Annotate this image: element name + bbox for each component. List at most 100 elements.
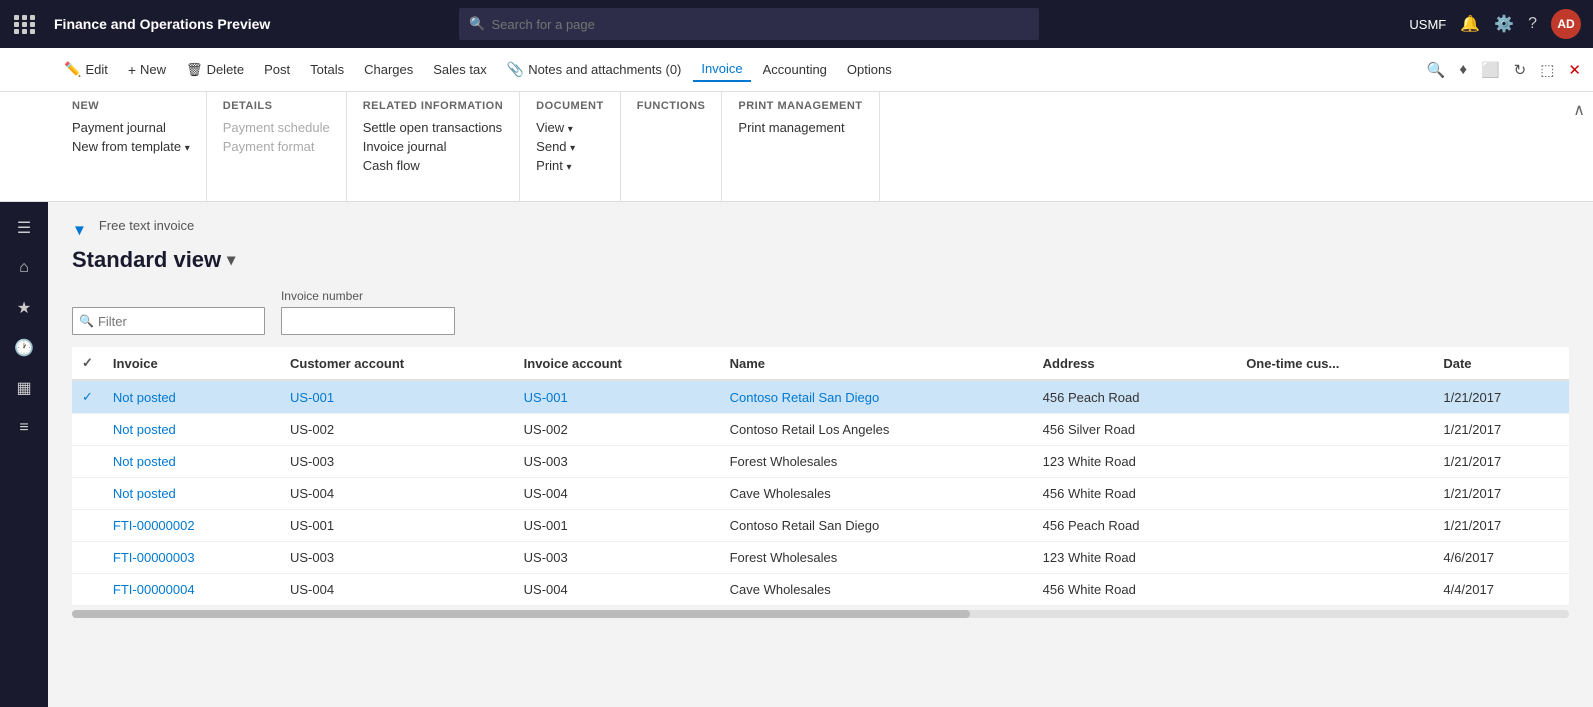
avatar[interactable]: AD — [1551, 9, 1581, 39]
customer-account-cell-link[interactable]: US-001 — [290, 390, 334, 405]
filter-input-box[interactable]: 🔍 — [72, 307, 265, 335]
split-icon[interactable]: ⬜ — [1477, 57, 1504, 83]
salestax-button[interactable]: Sales tax — [425, 58, 494, 81]
sidebar-star-icon[interactable]: ★ — [6, 290, 42, 326]
row-checkbox[interactable] — [72, 478, 103, 510]
invoice-link[interactable]: Not posted — [113, 486, 176, 501]
col-date-header[interactable]: Date — [1433, 347, 1569, 380]
col-name-header[interactable]: Name — [720, 347, 1033, 380]
one-time-cell — [1236, 478, 1433, 510]
customer-account-cell: US-003 — [280, 446, 514, 478]
table-row[interactable]: Not postedUS-004US-004Cave Wholesales456… — [72, 478, 1569, 510]
invoice-link[interactable]: FTI-00000004 — [113, 582, 195, 597]
col-customer-account-header[interactable]: Customer account — [280, 347, 514, 380]
search-action-icon[interactable]: 🔍 — [1423, 57, 1450, 83]
col-address-header[interactable]: Address — [1033, 347, 1237, 380]
sidebar-home-icon[interactable]: ⌂ — [6, 250, 42, 286]
invoice-link[interactable]: Not posted — [113, 454, 176, 469]
new-button[interactable]: + New — [120, 58, 174, 82]
menu-item-print[interactable]: Print ▾ — [536, 156, 604, 175]
settings-icon[interactable]: ⚙️ — [1494, 14, 1514, 34]
menu-item-view[interactable]: View ▾ — [536, 118, 604, 137]
customer-account-cell: US-002 — [280, 414, 514, 446]
row-checkbox[interactable] — [72, 414, 103, 446]
name-cell: Contoso Retail Los Angeles — [720, 414, 1033, 446]
invoice-link[interactable]: FTI-00000003 — [113, 550, 195, 565]
diamond-icon[interactable]: ♦ — [1455, 57, 1471, 82]
menu-item-new-from-template[interactable]: New from template ▾ — [72, 137, 190, 156]
menu-item-send[interactable]: Send ▾ — [536, 137, 604, 156]
row-checkbox[interactable] — [72, 510, 103, 542]
row-checkbox[interactable]: ✓ — [72, 380, 103, 414]
table-row[interactable]: Not postedUS-003US-003Forest Wholesales1… — [72, 446, 1569, 478]
standard-view-chevron-icon[interactable]: ▾ — [227, 250, 235, 270]
sidebar-list-icon[interactable]: ≡ — [6, 410, 42, 446]
table-row[interactable]: Not postedUS-002US-002Contoso Retail Los… — [72, 414, 1569, 446]
col-invoice-header[interactable]: Invoice — [103, 347, 280, 380]
address-cell: 456 Peach Road — [1033, 380, 1237, 414]
name-cell: Cave Wholesales — [720, 478, 1033, 510]
invoice-number-input[interactable] — [288, 314, 448, 329]
invoice-number-input-box[interactable] — [281, 307, 455, 335]
search-bar[interactable]: 🔍 — [459, 8, 1039, 40]
help-icon[interactable]: ? — [1528, 15, 1537, 33]
accounting-button[interactable]: Accounting — [755, 58, 835, 81]
refresh-icon[interactable]: ↻ — [1510, 57, 1531, 83]
table-row[interactable]: ✓ Not posted US-001 US-001 Contoso Retail Sa… — [72, 380, 1569, 414]
col-check-header[interactable]: ✓ — [72, 347, 103, 380]
date-cell: 1/21/2017 — [1433, 380, 1569, 414]
notes-button[interactable]: 📎 Notes and attachments (0) — [499, 57, 690, 82]
invoice-account-cell: US-004 — [514, 574, 720, 606]
filter-icon[interactable]: ▼ — [72, 222, 87, 239]
notification-icon[interactable]: 🔔 — [1460, 14, 1480, 34]
table-row[interactable]: FTI-00000002US-001US-001Contoso Retail S… — [72, 510, 1569, 542]
menu-item-payment-journal[interactable]: Payment journal — [72, 118, 190, 137]
delete-button[interactable]: 🗑 Delete — [178, 58, 252, 82]
row-checkbox[interactable] — [72, 446, 103, 478]
sidebar-grid-icon[interactable]: ▦ — [6, 370, 42, 406]
col-one-time-header[interactable]: One-time cus... — [1236, 347, 1433, 380]
new-from-template-chevron: ▾ — [185, 143, 190, 154]
row-checkbox[interactable] — [72, 574, 103, 606]
app-grid-icon[interactable] — [12, 13, 38, 36]
name-cell-link[interactable]: Contoso Retail San Diego — [730, 390, 880, 405]
check-icon: ✓ — [82, 355, 93, 370]
page-title: Standard view ▾ — [72, 247, 1569, 273]
date-cell: 4/4/2017 — [1433, 574, 1569, 606]
col-invoice-account-header[interactable]: Invoice account — [514, 347, 720, 380]
options-button[interactable]: Options — [839, 58, 900, 81]
popout-icon[interactable]: ⬚ — [1536, 57, 1558, 83]
menu-item-invoice-journal[interactable]: Invoice journal — [363, 137, 503, 156]
menu-collapse-button[interactable]: ∧ — [1573, 100, 1585, 120]
menu-item-cash-flow[interactable]: Cash flow — [363, 156, 503, 175]
one-time-cell — [1236, 414, 1433, 446]
invoice-link[interactable]: FTI-00000002 — [113, 518, 195, 533]
menu-item-settle[interactable]: Settle open transactions — [363, 118, 503, 137]
table-row[interactable]: FTI-00000003US-003US-003Forest Wholesale… — [72, 542, 1569, 574]
post-button[interactable]: Post — [256, 58, 298, 81]
horizontal-scrollbar[interactable] — [72, 610, 1569, 618]
edit-button[interactable]: ✏️ Edit — [56, 57, 116, 82]
invoice-cell: FTI-00000002 — [103, 510, 280, 542]
menu-item-print-management[interactable]: Print management — [738, 118, 862, 137]
close-icon[interactable]: ✕ — [1564, 57, 1585, 83]
invoice-link[interactable]: Not posted — [113, 390, 176, 405]
filter-icon-row: ▼ Free text invoice — [72, 218, 1569, 239]
menu-group-details-title: Details — [223, 100, 330, 112]
table-row[interactable]: FTI-00000004US-004US-004Cave Wholesales4… — [72, 574, 1569, 606]
search-input[interactable] — [492, 17, 1030, 32]
totals-button[interactable]: Totals — [302, 58, 352, 81]
invoice-account-cell-link[interactable]: US-001 — [524, 390, 568, 405]
menu-group-details: Details Payment schedule Payment format — [207, 92, 347, 201]
filter-input[interactable] — [98, 314, 258, 329]
table-scroll-container[interactable]: ✓ Invoice Customer account Invoice accou… — [72, 347, 1569, 606]
invoice-link[interactable]: Not posted — [113, 422, 176, 437]
sidebar-clock-icon[interactable]: 🕐 — [6, 330, 42, 366]
menu-bar: New Payment journal New from template ▾ … — [0, 92, 1593, 202]
invoice-cell: Not posted — [103, 478, 280, 510]
row-checkbox[interactable] — [72, 542, 103, 574]
invoice-tab-button[interactable]: Invoice — [693, 57, 750, 82]
sidebar-hamburger-icon[interactable]: ☰ — [6, 210, 42, 246]
top-bar-right: USMF 🔔 ⚙️ ? AD — [1409, 9, 1581, 39]
charges-button[interactable]: Charges — [356, 58, 421, 81]
